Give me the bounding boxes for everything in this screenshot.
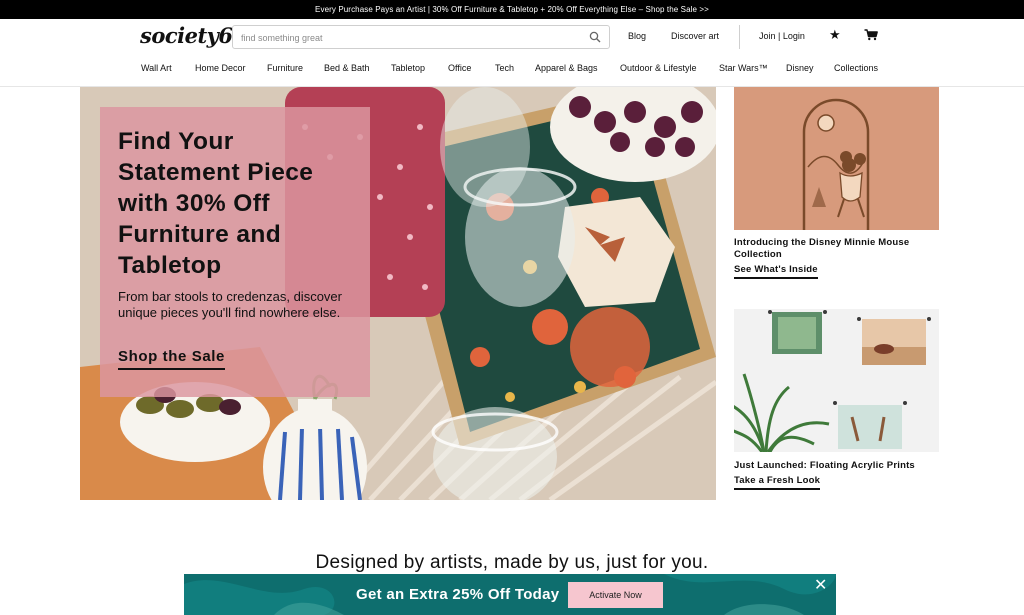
activate-now-button[interactable]: Activate Now [568, 582, 663, 608]
category-nav: Wall Art Home Decor Furniture Bed & Bath… [0, 63, 1024, 77]
logo[interactable]: society6 [140, 23, 233, 48]
promo-bar[interactable]: Every Purchase Pays an Artist | 30% Off … [0, 0, 1024, 19]
tagline: Designed by artists, made by us, just fo… [315, 552, 709, 573]
nav-disney[interactable]: Disney [786, 63, 814, 73]
nav-office[interactable]: Office [448, 63, 471, 73]
nav-tabletop[interactable]: Tabletop [391, 63, 425, 73]
nav-wall-art[interactable]: Wall Art [141, 63, 172, 73]
close-icon[interactable]: ✕ [814, 578, 827, 594]
nav-outdoor-lifestyle[interactable]: Outdoor & Lifestyle [620, 63, 697, 73]
hero-subtitle: From bar stools to credenzas, discover u… [118, 289, 342, 320]
hero-text-panel: Find Your Statement Piece with 30% Off F… [100, 107, 370, 397]
promo-text[interactable]: Every Purchase Pays an Artist | 30% Off … [315, 5, 709, 14]
nav-collections[interactable]: Collections [834, 63, 878, 73]
card-title-minnie[interactable]: Introducing the Disney Minnie Mouse Coll… [734, 237, 939, 260]
discover-art-link[interactable]: Discover art [671, 31, 719, 41]
search-icon[interactable] [589, 31, 601, 43]
search-bar[interactable] [232, 25, 610, 49]
take-a-fresh-look-link[interactable]: Take a Fresh Look [734, 475, 821, 490]
banner-text: Get an Extra 25% Off Today [356, 586, 560, 603]
star-icon[interactable]: ★ [829, 28, 841, 42]
cart-icon[interactable] [864, 29, 878, 41]
nav-apparel-bags[interactable]: Apparel & Bags [535, 63, 598, 73]
nav-furniture[interactable]: Furniture [267, 63, 303, 73]
hero-title: Find Your Statement Piece with 30% Off F… [118, 128, 314, 279]
nav-home-decor[interactable]: Home Decor [195, 63, 246, 73]
nav-star-wars[interactable]: Star Wars™ [719, 63, 768, 73]
search-input[interactable] [241, 29, 581, 46]
site-header: society6 Blog Discover art Join | Login … [0, 19, 1024, 87]
join-login-link[interactable]: Join | Login [759, 31, 805, 41]
see-whats-inside-link[interactable]: See What's Inside [734, 264, 818, 279]
header-divider [739, 25, 740, 49]
shop-the-sale-link[interactable]: Shop the Sale [118, 348, 225, 370]
card-title-acrylic[interactable]: Just Launched: Floating Acrylic Prints [734, 460, 939, 472]
blog-link[interactable]: Blog [628, 31, 646, 41]
nav-tech[interactable]: Tech [495, 63, 514, 73]
acrylic-prints-image[interactable] [734, 309, 939, 452]
minnie-collection-image[interactable] [734, 87, 939, 230]
nav-bed-bath[interactable]: Bed & Bath [324, 63, 370, 73]
hero-banner[interactable]: Find Your Statement Piece with 30% Off F… [80, 87, 716, 500]
discount-banner: Get an Extra 25% Off Today Activate Now … [184, 574, 836, 615]
